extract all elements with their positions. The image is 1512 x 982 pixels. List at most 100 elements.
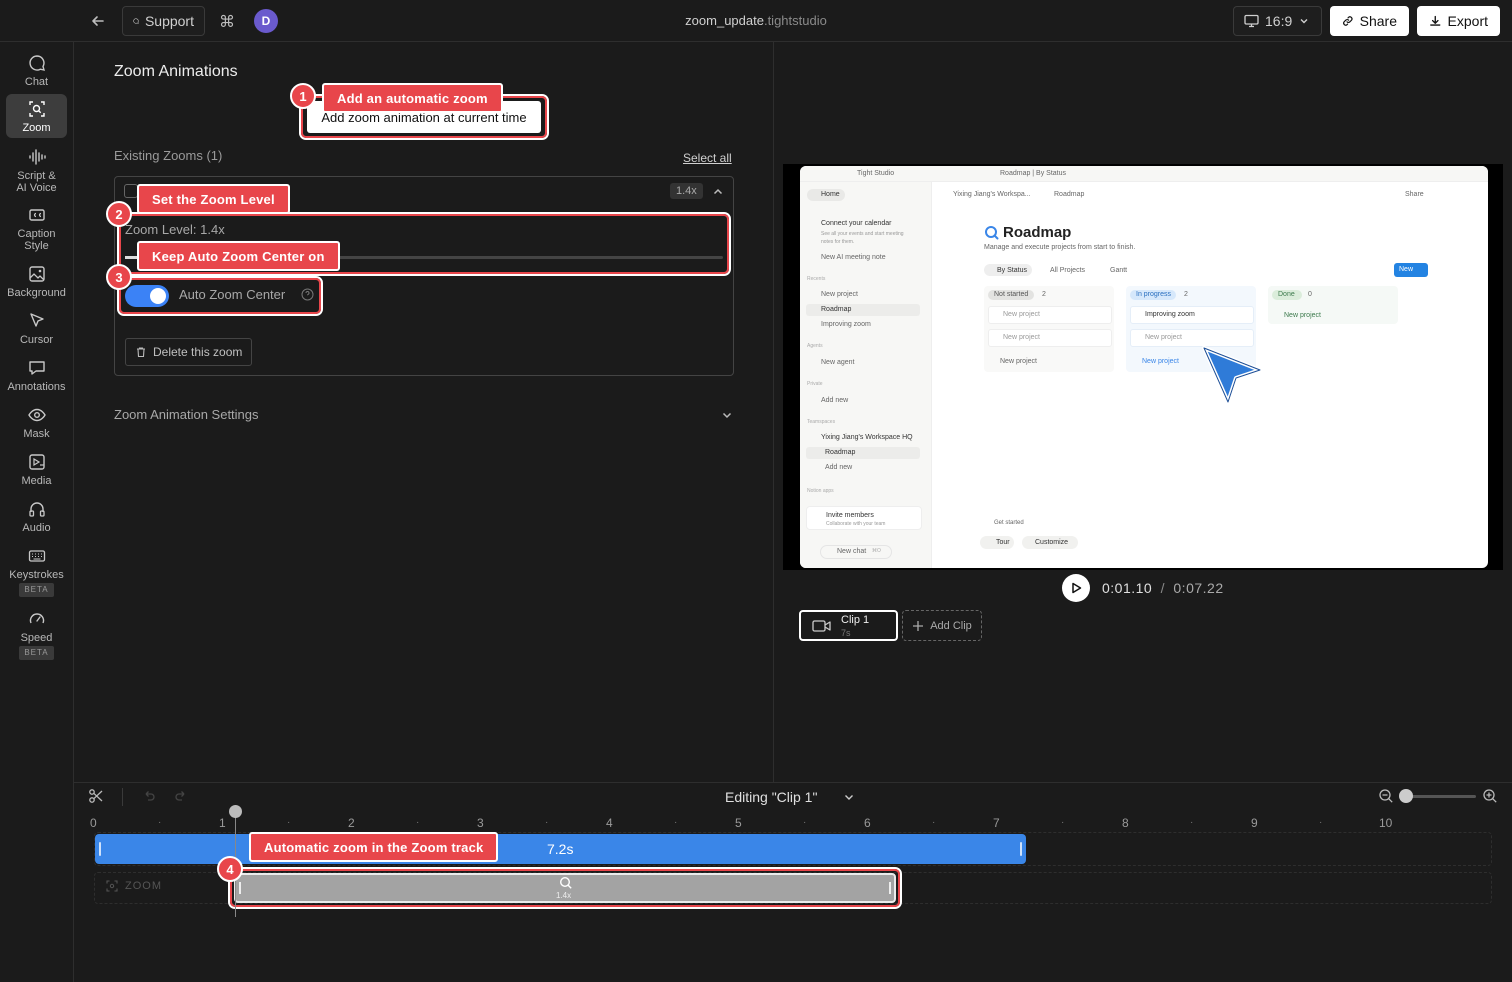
ruler-tick: 3 xyxy=(477,816,484,830)
zoom-segment[interactable]: 1.4x xyxy=(234,873,896,903)
add-card: New project xyxy=(1000,358,1037,365)
support-label: Support xyxy=(144,13,194,29)
support-button[interactable]: Support xyxy=(122,6,205,36)
keyboard-icon xyxy=(28,550,45,562)
home-label: Home xyxy=(821,191,840,198)
browser-tab: Roadmap | By Status xyxy=(1000,170,1067,177)
ruler-minor-tick: · xyxy=(674,817,678,828)
new-meeting-note: New AI meeting note xyxy=(821,254,886,261)
chevron-down-icon xyxy=(1300,19,1308,24)
aspect-ratio-select[interactable]: 16:9 xyxy=(1233,6,1322,36)
avatar[interactable]: D xyxy=(254,9,278,33)
column-count: 2 xyxy=(1042,291,1046,298)
chevron-up-icon xyxy=(713,188,723,195)
step-number: 1 xyxy=(290,83,316,109)
ruler-tick: 5 xyxy=(735,816,742,830)
sidebar: Chat Zoom Script & AI Voice Caption Styl… xyxy=(0,42,74,982)
timeline-zoom-slider[interactable] xyxy=(1399,789,1476,803)
video-preview[interactable]: Tight Studio Roadmap | By Status Home Co… xyxy=(783,164,1503,570)
zoom-settings-header[interactable]: Zoom Animation Settings xyxy=(114,406,734,426)
link-icon xyxy=(1343,16,1353,26)
roadmap-page-icon xyxy=(985,226,999,240)
select-all-link[interactable]: Select all xyxy=(683,151,732,165)
export-label: Export xyxy=(1447,13,1488,29)
sidebar-item-script[interactable]: Script & AI Voice xyxy=(6,142,67,194)
clip-handle-left[interactable] xyxy=(99,842,101,856)
play-button[interactable] xyxy=(1062,574,1090,602)
ruler-minor-tick: · xyxy=(545,817,549,828)
redo-button[interactable] xyxy=(174,789,188,803)
slider-thumb xyxy=(1399,789,1413,803)
command-button[interactable]: ⌘ xyxy=(219,12,235,32)
clip-duration: 7.2s xyxy=(547,841,574,857)
ruler-minor-tick: · xyxy=(1061,817,1065,828)
sidebar-item-audio[interactable]: Audio xyxy=(6,494,67,538)
zoom-out-button[interactable] xyxy=(1378,788,1394,804)
zoom-track-text: ZOOM xyxy=(125,880,162,892)
clip-card[interactable]: Clip 1 7s xyxy=(799,610,898,641)
collapse-button[interactable] xyxy=(711,185,725,199)
help-button[interactable] xyxy=(301,288,314,301)
existing-zooms-label: Existing Zooms (1) xyxy=(114,148,223,163)
roadmap-item-bg xyxy=(806,447,920,459)
trash-icon xyxy=(137,347,145,358)
share-button[interactable]: Share xyxy=(1330,6,1409,36)
delete-zoom-button[interactable]: Delete this zoom xyxy=(125,338,253,366)
scissors-icon xyxy=(89,789,103,803)
zoom-handle-right[interactable] xyxy=(889,882,891,894)
export-button[interactable]: Export xyxy=(1417,6,1500,36)
roadmap-sidebar-item: Roadmap xyxy=(825,449,856,456)
ruler-tick: 9 xyxy=(1251,816,1258,830)
sidebar-item-media[interactable]: Media xyxy=(6,447,67,491)
zoom-value-badge: 1.4x xyxy=(670,183,703,199)
sidebar-item-zoom[interactable]: Zoom xyxy=(6,94,67,138)
zoom-in-button[interactable] xyxy=(1482,788,1498,804)
callout-zoom-track: Automatic zoom in the Zoom track xyxy=(249,832,499,862)
aspect-ratio-label: 16:9 xyxy=(1265,13,1293,29)
back-button[interactable] xyxy=(88,11,110,31)
auto-center-toggle[interactable] xyxy=(125,285,169,307)
magnifier-icon xyxy=(559,876,572,889)
callout-auto-center: Keep Auto Zoom Center on xyxy=(137,241,340,271)
sidebar-item-mask[interactable]: Mask xyxy=(6,400,67,444)
new-chat-kbd: ⌘O xyxy=(872,548,881,554)
sidebar-item-speed[interactable]: Speed BETA xyxy=(6,604,67,662)
ruler-minor-tick: · xyxy=(1319,817,1323,828)
sidebar-item-keystrokes[interactable]: Keystrokes BETA xyxy=(6,541,67,599)
split-button[interactable] xyxy=(88,788,104,804)
top-bar: Support ⌘ D zoom_update.tightstudio 16:9… xyxy=(0,0,1512,42)
editing-clip-select[interactable]: Editing "Clip 1" xyxy=(725,789,855,805)
undo-button[interactable] xyxy=(142,789,156,803)
private-heading: Private xyxy=(807,381,823,387)
play-icon xyxy=(1072,582,1082,594)
ruler-minor-tick: · xyxy=(416,817,420,828)
breadcrumb-page: Roadmap xyxy=(1054,191,1085,198)
zoom-item-checkbox[interactable] xyxy=(124,184,138,198)
plus-icon xyxy=(913,620,924,631)
column-name: In progress xyxy=(1136,291,1172,298)
recent-item: Improving zoom xyxy=(821,321,871,328)
beta-badge: BETA xyxy=(19,583,54,597)
avatar-initial: D xyxy=(261,14,271,28)
playhead-knob[interactable] xyxy=(229,805,242,818)
sidebar-item-annotations[interactable]: Annotations xyxy=(6,353,67,397)
sidebar-item-background[interactable]: Background xyxy=(6,259,67,303)
step-number: 2 xyxy=(106,201,132,227)
sidebar-item-caption[interactable]: Caption Style xyxy=(6,200,67,252)
chevron-down-icon xyxy=(722,412,732,419)
add-clip-button[interactable]: Add Clip xyxy=(902,610,982,641)
zoom-icon xyxy=(28,101,45,117)
image-icon xyxy=(28,266,45,282)
ruler-tick: 6 xyxy=(864,816,871,830)
chat-icon xyxy=(28,55,45,71)
video-camera-icon xyxy=(812,620,831,632)
clip-handle-right[interactable] xyxy=(1020,842,1022,856)
file-name: zoom_update xyxy=(685,13,764,28)
sidebar-item-chat[interactable]: Chat xyxy=(6,48,67,92)
zoom-handle-left[interactable] xyxy=(239,882,241,894)
monitor-icon xyxy=(1244,14,1259,28)
time-separator: / xyxy=(1160,580,1165,596)
new-button-label: New xyxy=(1399,266,1414,273)
view-tab: Gantt xyxy=(1110,267,1128,274)
sidebar-item-cursor[interactable]: Cursor xyxy=(6,306,67,350)
